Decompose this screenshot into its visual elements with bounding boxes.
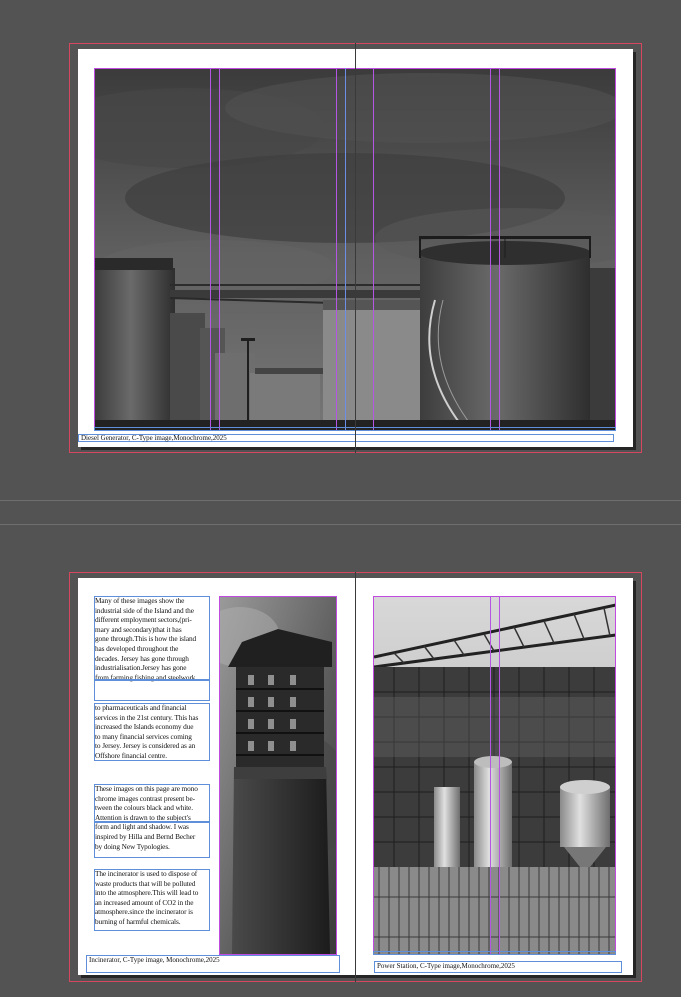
spread1-column-guide xyxy=(373,68,374,431)
text-frame xyxy=(94,869,210,931)
spread1-column-guide xyxy=(219,68,220,431)
spread1-column-guide xyxy=(499,68,500,431)
pasteboard-divider xyxy=(0,524,681,525)
photo-incinerator[interactable] xyxy=(220,597,336,954)
text-frame xyxy=(94,596,210,680)
incinerator-caption[interactable]: Incinerator, C-Type image, Monochrome,20… xyxy=(86,955,340,973)
spread2-column-guide xyxy=(490,596,491,955)
spread2-column-guide xyxy=(499,596,500,955)
power-station-image-icon xyxy=(374,597,616,954)
spread1-column-guide xyxy=(345,68,346,431)
power-station-frame-edge xyxy=(373,951,616,955)
text-frame xyxy=(94,703,210,761)
text-frame xyxy=(94,822,210,858)
incinerator-image-icon xyxy=(220,597,336,954)
photo-power-station[interactable] xyxy=(374,597,616,954)
text-frame xyxy=(94,784,210,822)
spread1-column-guide xyxy=(490,68,491,431)
spread1-caption[interactable]: Diesel Generator, C-Type image,Monochrom… xyxy=(78,434,614,442)
spread1-column-guide xyxy=(210,68,211,431)
pasteboard-divider xyxy=(0,500,681,501)
spread1-column-guide xyxy=(336,68,337,431)
spread1-spine xyxy=(355,43,356,453)
spread2-spine xyxy=(355,572,356,982)
text-frame xyxy=(94,680,210,701)
power-station-caption[interactable]: Power Station, C-Type image,Monochrome,2… xyxy=(374,961,622,973)
